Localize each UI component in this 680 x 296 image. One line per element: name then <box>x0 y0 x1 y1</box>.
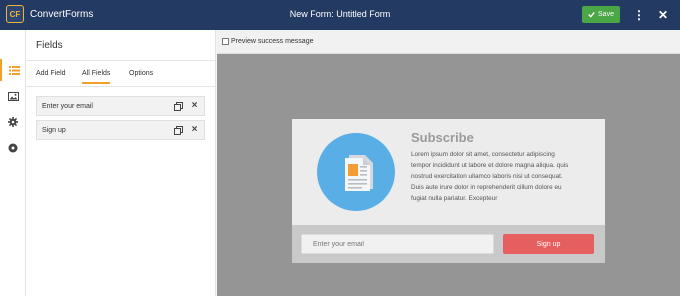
gear-icon <box>8 117 18 127</box>
divider <box>26 60 216 61</box>
circle-dot-icon <box>8 143 18 153</box>
panel-title: Fields <box>36 40 63 51</box>
form-content: Subscribe Lorem ipsum dolor sit amet, co… <box>292 119 605 225</box>
delete-icon[interactable]: × <box>190 124 199 136</box>
close-icon[interactable]: ✕ <box>656 7 670 23</box>
rail-item-integrations[interactable] <box>0 137 26 159</box>
email-field[interactable] <box>301 234 494 254</box>
preview-canvas: Preview success message Subscribe Lorem … <box>217 30 680 296</box>
image-icon <box>7 91 19 101</box>
rail-item-settings[interactable] <box>0 111 26 133</box>
form-footer: Sign up <box>292 225 605 263</box>
form-title: New Form: Untitled Form <box>0 9 680 19</box>
newspaper-icon <box>345 155 373 191</box>
copy-icon[interactable] <box>174 102 183 111</box>
list-icon <box>8 65 20 75</box>
tab-all-fields[interactable]: All Fields <box>82 70 111 84</box>
field-label: Sign up <box>42 127 66 134</box>
rail-item-design[interactable] <box>0 85 26 107</box>
copy-icon[interactable] <box>174 126 183 135</box>
check-icon <box>588 11 595 18</box>
preview-success-checkbox[interactable] <box>222 38 229 45</box>
sidebar-rail <box>0 30 26 296</box>
save-button-label: Save <box>598 11 614 18</box>
delete-icon[interactable]: × <box>190 100 199 112</box>
tab-add-field[interactable]: Add Field <box>36 70 66 84</box>
divider <box>26 86 216 87</box>
field-row-submit[interactable]: Sign up × <box>36 120 205 140</box>
form-preview-card: Subscribe Lorem ipsum dolor sit amet, co… <box>292 119 605 263</box>
form-title-name: Untitled Form <box>336 9 391 19</box>
fields-panel: Fields Add Field All Fields Options Ente… <box>26 30 216 296</box>
preview-toolbar: Preview success message <box>217 30 680 54</box>
form-title-prefix: New Form: <box>289 9 337 19</box>
form-body-text: Lorem ipsum dolor sit amet, consectetur … <box>411 151 569 202</box>
preview-success-label[interactable]: Preview success message <box>231 38 313 45</box>
field-row-email[interactable]: Enter your email × <box>36 96 205 116</box>
save-button[interactable]: Save <box>582 6 620 23</box>
field-label: Enter your email <box>42 103 93 110</box>
tab-options[interactable]: Options <box>129 70 153 84</box>
more-menu-icon[interactable]: ⋮ <box>632 7 646 23</box>
rail-item-fields[interactable] <box>0 59 26 81</box>
form-headline: Subscribe <box>411 130 474 145</box>
hero-circle <box>317 133 395 211</box>
top-bar: CF ConvertForms New Form: Untitled Form … <box>0 0 680 30</box>
sign-up-button[interactable]: Sign up <box>503 234 594 254</box>
